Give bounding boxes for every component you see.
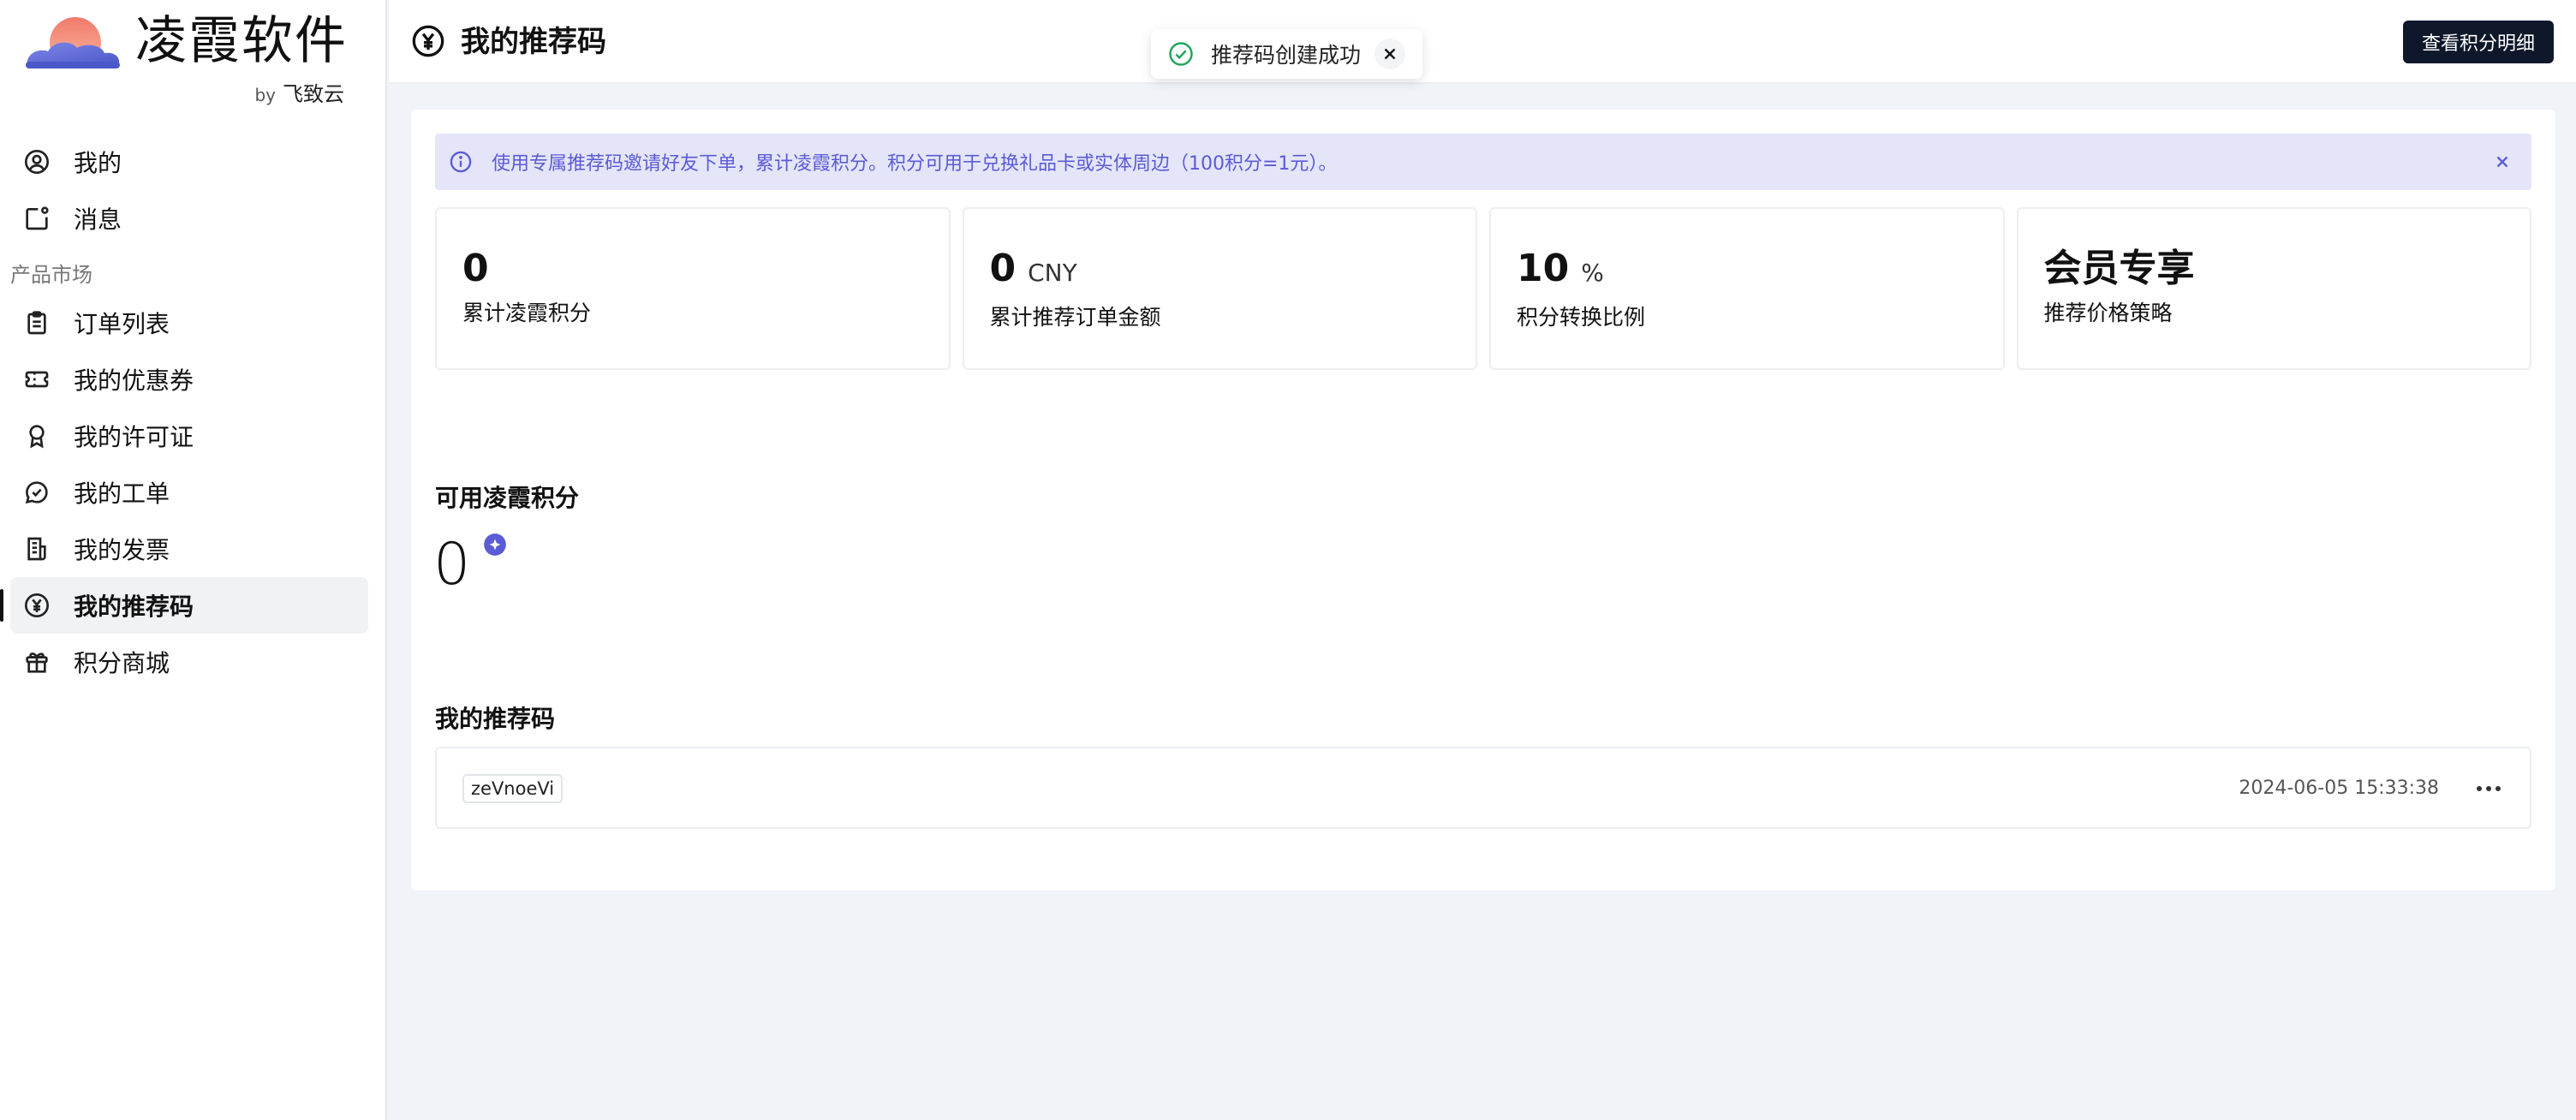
- sidebar-item-orders[interactable]: 订单列表: [10, 295, 368, 351]
- brand-title: 凌霞软件: [135, 11, 348, 71]
- chat-check-icon: [22, 478, 51, 507]
- ticket-icon: [22, 365, 51, 394]
- clipboard-icon: [22, 308, 51, 337]
- sidebar-section-label: 产品市场: [10, 262, 92, 287]
- info-alert: 使用专属推荐码邀请好友下单，累计凌霞积分。积分可用于兑换礼品卡或实体周边（100…: [435, 134, 2531, 190]
- stat-value: 0 CNY: [989, 247, 1077, 290]
- stat-card-order-amount: 0 CNY 累计推荐订单金额: [962, 207, 1477, 370]
- sidebar-item-points-mall[interactable]: 积分商城: [10, 634, 368, 690]
- sidebar-item-licenses[interactable]: 我的许可证: [10, 408, 368, 464]
- sidebar-item-label: 我的发票: [74, 536, 170, 564]
- stat-unit: %: [1581, 259, 1604, 287]
- sidebar: 凌霞软件 by 飞致云 我的 消息 产品市场 订单列表 我的优惠券 我的许可证 …: [0, 0, 387, 1120]
- sidebar-item-label: 积分商城: [74, 649, 170, 677]
- stat-card-conversion-ratio: 10% 积分转换比例: [1489, 207, 2005, 370]
- stat-value: 会员专享: [2043, 247, 2195, 290]
- sidebar-item-invoices[interactable]: 我的发票: [10, 521, 368, 577]
- success-toast: 推荐码创建成功: [1151, 29, 1423, 79]
- stat-label: 累计凌霞积分: [462, 301, 592, 325]
- view-points-details-button[interactable]: 查看积分明细: [2402, 21, 2554, 63]
- alert-close-button[interactable]: [2489, 148, 2516, 176]
- stats-row: 0 累计凌霞积分 0 CNY 累计推荐订单金额 10% 积分转换比例 会员专享 推…: [435, 207, 2531, 370]
- sidebar-item-label: 消息: [74, 206, 122, 234]
- referral-codes-title: 我的推荐码: [435, 705, 556, 733]
- stat-label: 推荐价格策略: [2043, 301, 2173, 325]
- main-panel: 使用专属推荐码邀请好友下单，累计凌霞积分。积分可用于兑换礼品卡或实体周边（100…: [411, 110, 2555, 891]
- active-indicator: [0, 589, 3, 622]
- sidebar-item-coupons[interactable]: 我的优惠券: [10, 351, 368, 408]
- more-actions-button[interactable]: [2472, 772, 2506, 805]
- user-circle-icon: [22, 147, 51, 176]
- page-title: 我的推荐码: [461, 25, 606, 59]
- brand-byline: by 飞致云: [254, 77, 344, 107]
- check-circle-icon: [1169, 42, 1193, 66]
- stat-card-price-strategy: 会员专享 推荐价格策略: [2016, 207, 2531, 370]
- sidebar-item-label: 我的工单: [74, 480, 170, 508]
- sidebar-item-label: 订单列表: [74, 310, 170, 338]
- toast-close-button[interactable]: [1374, 39, 1406, 69]
- referral-code-created-time: 2024-06-05 15:33:38: [2239, 777, 2439, 799]
- stat-unit: CNY: [1028, 259, 1077, 287]
- sidebar-item-label: 我的推荐码: [74, 593, 194, 621]
- yen-circle-icon: [412, 25, 444, 57]
- toast-message: 推荐码创建成功: [1211, 43, 1362, 68]
- stat-value: 10%: [1517, 247, 1604, 290]
- message-notification-icon: [22, 204, 51, 233]
- sidebar-item-tickets[interactable]: 我的工单: [10, 464, 368, 521]
- sidebar-nav: 我的 消息 产品市场 订单列表 我的优惠券 我的许可证 我的工单 我的发票 我的…: [0, 134, 368, 690]
- stat-label: 累计推荐订单金额: [989, 305, 1161, 330]
- page-header: 我的推荐码 查看积分明细: [389, 0, 2576, 84]
- plus-circle-icon[interactable]: [483, 533, 507, 557]
- receipt-icon: [22, 534, 51, 563]
- stat-card-total-points: 0 累计凌霞积分: [435, 207, 951, 370]
- more-horizontal-icon: [2477, 786, 2501, 791]
- close-icon: [2496, 156, 2508, 168]
- brand-logo[interactable]: 凌霞软件 by 飞致云: [22, 10, 365, 106]
- brand-company: 飞致云: [283, 82, 344, 106]
- available-points-value: 0: [433, 531, 471, 599]
- referral-code-row: zeVnoeVi 2024-06-05 15:33:38: [435, 747, 2531, 829]
- sidebar-item-label: 我的许可证: [74, 423, 194, 451]
- brand-by: by: [254, 85, 276, 105]
- alert-text: 使用专属推荐码邀请好友下单，累计凌霞积分。积分可用于兑换礼品卡或实体周边（100…: [492, 153, 1338, 175]
- cloud-logo-icon: [26, 17, 120, 69]
- yen-circle-icon: [22, 591, 51, 620]
- info-icon: [450, 151, 472, 173]
- sidebar-item-mine[interactable]: 我的: [10, 134, 368, 190]
- available-points-title: 可用凌霞积分: [435, 484, 580, 512]
- sidebar-item-label: 我的优惠券: [74, 366, 194, 395]
- gift-icon: [22, 647, 51, 676]
- stat-label: 积分转换比例: [1517, 305, 1646, 330]
- close-icon: [1384, 48, 1396, 60]
- stat-value: 0: [462, 247, 489, 290]
- sidebar-item-messages[interactable]: 消息: [10, 190, 368, 247]
- sidebar-item-referral-code[interactable]: 我的推荐码: [0, 577, 368, 634]
- sidebar-item-label: 我的: [74, 149, 122, 177]
- referral-code-tag[interactable]: zeVnoeVi: [462, 774, 564, 803]
- award-icon: [22, 421, 51, 450]
